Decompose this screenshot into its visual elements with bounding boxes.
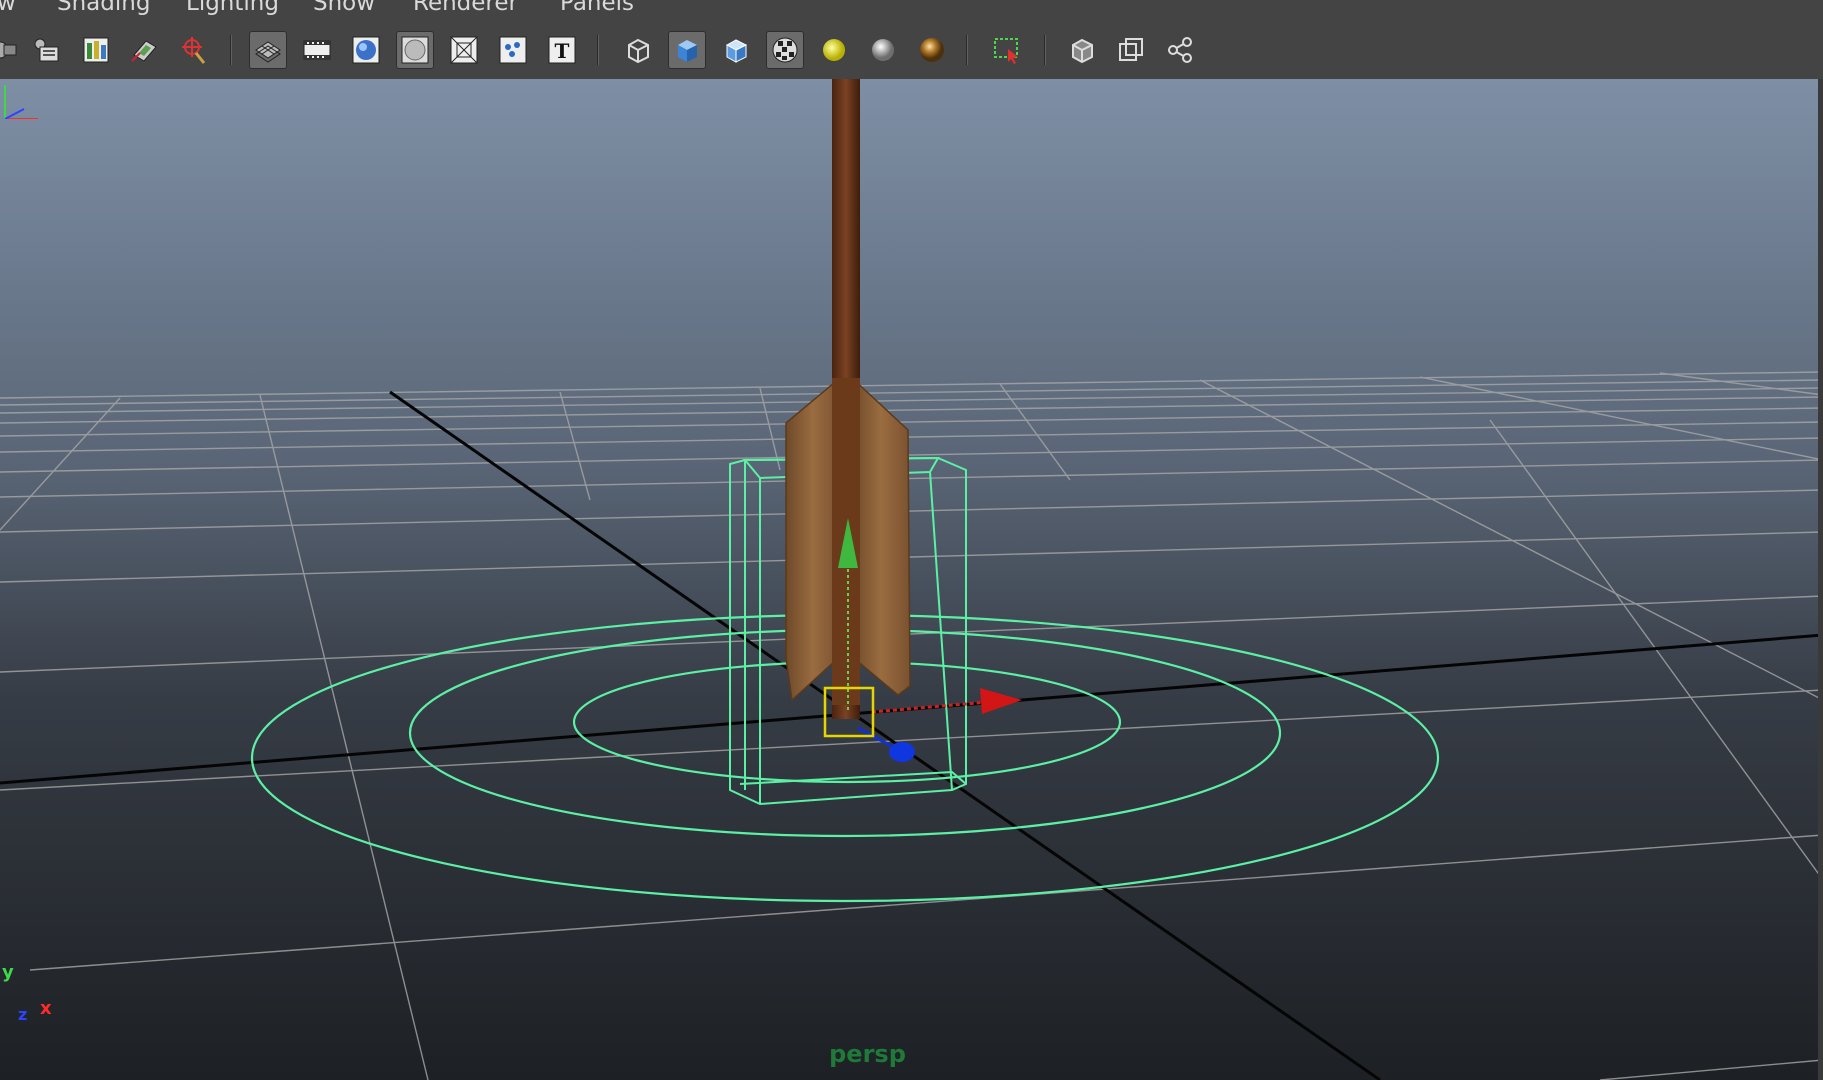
wireframe-on-shaded-icon[interactable] [717, 31, 755, 69]
toolbar-separator [229, 35, 233, 65]
menu-show[interactable]: Show [313, 0, 375, 15]
axis-label-y: y [2, 962, 14, 983]
bookmark-icon[interactable] [28, 31, 66, 69]
camera-name-label: persp [829, 1040, 906, 1068]
default-material-icon[interactable] [913, 31, 951, 69]
grease-pencil-icon[interactable] [174, 31, 212, 69]
isolate-select-icon[interactable] [988, 31, 1026, 69]
toolbar-separator [596, 35, 600, 65]
toolbar-separator [965, 35, 969, 65]
viewport-edge [1818, 79, 1823, 1080]
menu-view[interactable]: w [0, 0, 16, 15]
menu-lighting[interactable]: Lighting [186, 0, 279, 15]
xray-joints-icon[interactable] [1161, 31, 1199, 69]
field-chart-icon[interactable] [445, 31, 483, 69]
smooth-shade-icon[interactable] [668, 31, 706, 69]
resolution-gate-icon[interactable] [347, 31, 385, 69]
menu-renderer[interactable]: Renderer [413, 0, 518, 15]
use-all-lights-icon[interactable] [815, 31, 853, 69]
textured-icon[interactable] [766, 31, 804, 69]
grid-icon[interactable] [249, 31, 287, 69]
axis-indicator-icon [4, 85, 38, 119]
gate-mask-icon[interactable] [396, 31, 434, 69]
2d-pan-zoom-icon[interactable] [126, 31, 164, 69]
menu-panels[interactable]: Panels [560, 0, 634, 15]
xray-icon[interactable] [1063, 31, 1101, 69]
safe-title-icon[interactable]: T [543, 31, 581, 69]
shadows-icon[interactable] [864, 31, 902, 69]
panel-toolbar: T [0, 21, 1823, 80]
axis-label-z: z [18, 1005, 28, 1024]
image-plane-icon[interactable] [77, 31, 115, 69]
axis-label-x: x [40, 998, 52, 1019]
perspective-viewport[interactable] [0, 79, 1823, 1080]
viewport-background [0, 79, 1823, 1080]
toolbar-separator [1043, 35, 1047, 65]
panel-menu-bar: w Shading Lighting Show Renderer Panels [0, 0, 1823, 21]
camera-attributes-icon[interactable] [0, 31, 24, 69]
menu-shading[interactable]: Shading [57, 0, 150, 15]
viewport-scene [0, 79, 1823, 1080]
xray-active-components-icon[interactable] [1112, 31, 1150, 69]
wireframe-icon[interactable] [619, 31, 657, 69]
svg-text:T: T [555, 39, 570, 63]
safe-action-icon[interactable] [494, 31, 532, 69]
film-gate-icon[interactable] [298, 31, 336, 69]
